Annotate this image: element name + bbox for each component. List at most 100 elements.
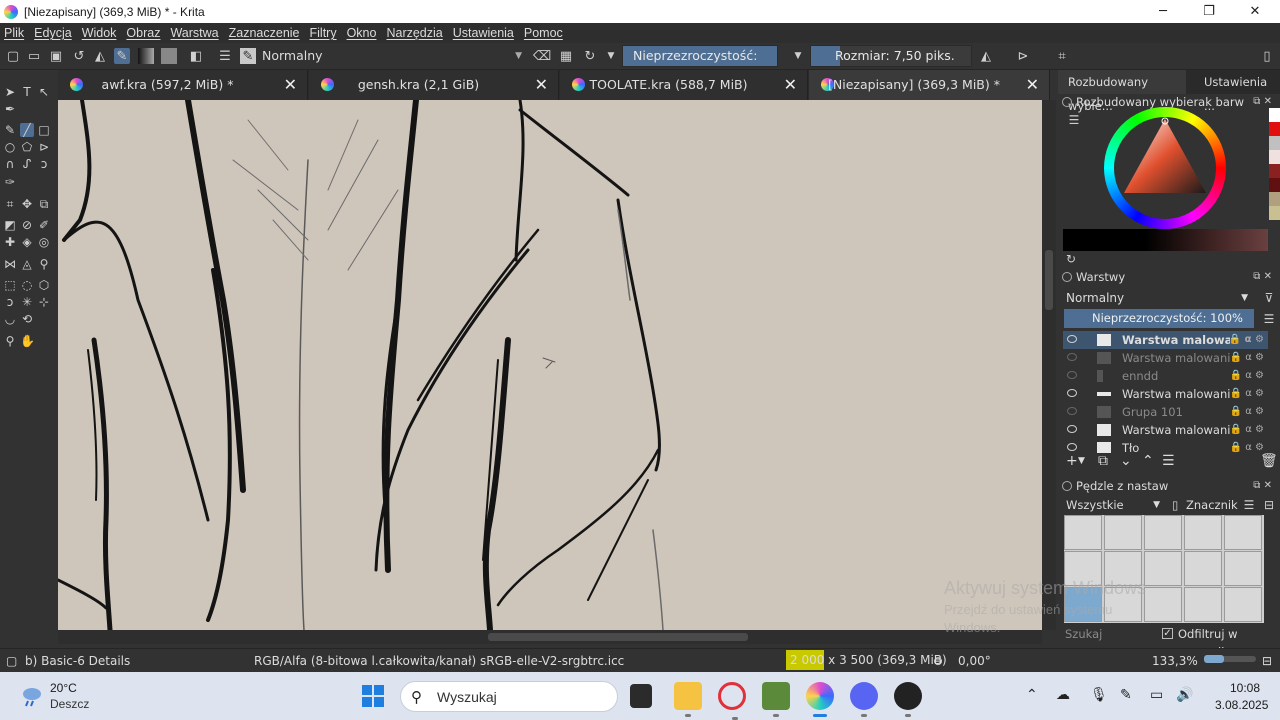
- menu-ustawienia[interactable]: Ustawienia: [453, 26, 514, 40]
- zoom-fit-icon[interactable]: ⊟: [1262, 649, 1272, 673]
- move-tool-icon[interactable]: ✥: [20, 197, 34, 211]
- open-document-icon[interactable]: ▭: [26, 48, 42, 64]
- new-document-icon[interactable]: ▢: [5, 48, 21, 64]
- tab-tool-options[interactable]: Ustawienia ...: [1194, 70, 1280, 113]
- fg-bg-color-icon[interactable]: ◧: [188, 48, 204, 64]
- crop-tool-icon[interactable]: ⌗: [3, 197, 17, 211]
- gradient-icon[interactable]: [138, 48, 154, 64]
- menu-obraz[interactable]: Obraz: [126, 26, 160, 40]
- layer-row[interactable]: Tło 🔒 α ⚙: [1063, 439, 1268, 453]
- swatch[interactable]: [1269, 150, 1280, 164]
- menu-widok[interactable]: Widok: [82, 26, 117, 40]
- layer-row[interactable]: Warstwa malowania... 🔒 α ⚙: [1063, 349, 1268, 367]
- ellipse-select-icon[interactable]: ◌: [20, 278, 34, 292]
- freehand-brush-icon[interactable]: ✎: [3, 123, 17, 137]
- similar-color-select-icon[interactable]: ⊹: [37, 295, 51, 309]
- close-tab-icon[interactable]: ✕: [784, 70, 797, 100]
- multibrush-icon[interactable]: ✑: [3, 175, 17, 189]
- tab-advanced-color-selector[interactable]: Rozbudowany wybie...: [1058, 70, 1186, 113]
- layer-lock-alpha-icons[interactable]: 🔒 α ⚙: [1230, 367, 1264, 385]
- text-tool-icon[interactable]: T: [20, 85, 34, 99]
- swatch[interactable]: [1269, 164, 1280, 178]
- shade-selector-bar[interactable]: [1063, 229, 1268, 251]
- blend-mode-select[interactable]: Normalny ▼: [258, 46, 526, 66]
- save-icon[interactable]: ▣: [48, 48, 64, 64]
- checkbox-icon[interactable]: ✓: [1162, 628, 1173, 639]
- zoom-slider[interactable]: [1204, 655, 1256, 663]
- layer-lock-alpha-icons[interactable]: 🔒 α ⚙: [1229, 331, 1264, 349]
- bezier-tool-icon[interactable]: ∩: [3, 157, 17, 171]
- contiguous-select-icon[interactable]: ✳: [20, 295, 34, 309]
- visibility-eye-icon[interactable]: [1067, 407, 1077, 415]
- network-cloud-icon[interactable]: ☁: [1056, 686, 1070, 703]
- tab-unsaved[interactable]: [Niezapisany] (369,3 MiB) * ✕: [809, 70, 1050, 100]
- menu-plik[interactable]: Plik: [4, 26, 24, 40]
- speaker-icon[interactable]: 🔊: [1176, 686, 1193, 703]
- brush-preset[interactable]: [1184, 551, 1222, 586]
- swatch[interactable]: [1269, 136, 1280, 150]
- layer-properties-icon[interactable]: ☰: [1162, 453, 1175, 469]
- brush-import-icon[interactable]: ⊟: [1262, 498, 1276, 512]
- vertical-scroll-thumb[interactable]: [1045, 250, 1053, 310]
- duplicate-layer-icon[interactable]: ⧉: [1098, 453, 1108, 469]
- zoom-slider-knob[interactable]: [1204, 655, 1224, 663]
- docker-toggle-icon[interactable]: ▯: [1259, 48, 1275, 64]
- ellipse-tool-icon[interactable]: ○: [3, 140, 17, 154]
- obs-icon[interactable]: [894, 682, 922, 717]
- eraser-icon[interactable]: ⌫: [533, 48, 551, 64]
- add-layer-icon[interactable]: +: [1066, 453, 1078, 469]
- brush-preset[interactable]: [1144, 587, 1182, 622]
- layer-lock-alpha-icons[interactable]: 🔒 α ⚙: [1230, 421, 1264, 439]
- reload-preset-icon[interactable]: ↻: [582, 48, 598, 64]
- visibility-eye-icon[interactable]: [1067, 425, 1077, 433]
- chevron-up-icon[interactable]: ⌃: [1026, 686, 1038, 703]
- close-tab-icon[interactable]: ✕: [284, 70, 297, 100]
- refresh-icon[interactable]: ↻: [1064, 252, 1078, 266]
- layer-row[interactable]: Warstwa malowan... 🔒 α ⚙: [1063, 331, 1268, 349]
- brush-preset[interactable]: [1104, 515, 1142, 550]
- swatch[interactable]: [1269, 192, 1280, 206]
- microphone-icon[interactable]: 🎙: [1090, 686, 1108, 703]
- filter-icon[interactable]: ⊽: [1262, 291, 1276, 305]
- brush-filter-select[interactable]: Wszystkie ▼: [1062, 496, 1166, 514]
- size-slider[interactable]: Rozmiar: 7,50 piks.: [810, 45, 972, 67]
- zoom-tool-icon[interactable]: ⚲: [3, 334, 17, 348]
- chevron-down-icon[interactable]: ▼: [603, 48, 619, 64]
- opacity-menu-icon[interactable]: ▼: [790, 48, 806, 64]
- rectangle-tool-icon[interactable]: □: [37, 123, 51, 137]
- drawing-canvas[interactable]: [58, 100, 1042, 630]
- brush-preset[interactable]: [1224, 515, 1262, 550]
- colorize-mask-icon[interactable]: ✐: [37, 218, 51, 232]
- pattern-icon[interactable]: [161, 48, 177, 64]
- dynamic-brush-icon[interactable]: ↄ: [37, 157, 51, 171]
- preserve-alpha-icon[interactable]: ▦: [558, 48, 574, 64]
- color-triangle[interactable]: [1104, 107, 1226, 229]
- opera-icon[interactable]: [718, 682, 746, 720]
- windows-start-icon[interactable]: [362, 685, 384, 707]
- fill-tool-icon[interactable]: ◈: [20, 235, 34, 249]
- color-wheel[interactable]: [1104, 107, 1226, 229]
- file-explorer-icon[interactable]: [674, 682, 702, 717]
- layer-blend-mode-select[interactable]: Normalny ▼: [1062, 289, 1254, 307]
- tab-gensh[interactable]: gensh.kra (2,1 GiB) ✕: [309, 70, 559, 100]
- brush-preset[interactable]: [1144, 515, 1182, 550]
- brush-preset[interactable]: [1224, 551, 1262, 586]
- wrap-around-icon[interactable]: ⌗: [1054, 48, 1070, 64]
- menu-filtry[interactable]: Filtry: [310, 26, 337, 40]
- tab-toolate[interactable]: TOOLATE.kra (588,7 MiB) ✕: [560, 70, 808, 100]
- layer-lock-alpha-icons[interactable]: 🔒 α ⚙: [1230, 403, 1264, 421]
- layer-opacity-slider[interactable]: Nieprzezroczystość: 100%: [1064, 309, 1254, 328]
- layer-lock-alpha-icons[interactable]: 🔒 α ⚙: [1230, 385, 1264, 403]
- brush-preset[interactable]: [1224, 587, 1262, 622]
- chevron-down-icon[interactable]: ▼: [1078, 456, 1085, 466]
- mirror-horizontal-icon[interactable]: ◭: [978, 48, 994, 64]
- close-window-button[interactable]: ✕: [1232, 0, 1278, 23]
- taskbar-search-input[interactable]: ⚲ Wyszukaj: [400, 681, 618, 712]
- visibility-eye-icon[interactable]: [1067, 335, 1077, 343]
- reference-images-icon[interactable]: ⚲: [37, 257, 51, 271]
- maximize-button[interactable]: ❐: [1186, 0, 1232, 23]
- brush-preset[interactable]: [1064, 515, 1102, 550]
- layer-row[interactable]: Grupa 101 🔒 α ⚙: [1063, 403, 1268, 421]
- pan-tool-icon[interactable]: ✋: [20, 334, 35, 348]
- layer-lock-alpha-icons[interactable]: 🔒 α ⚙: [1230, 439, 1264, 453]
